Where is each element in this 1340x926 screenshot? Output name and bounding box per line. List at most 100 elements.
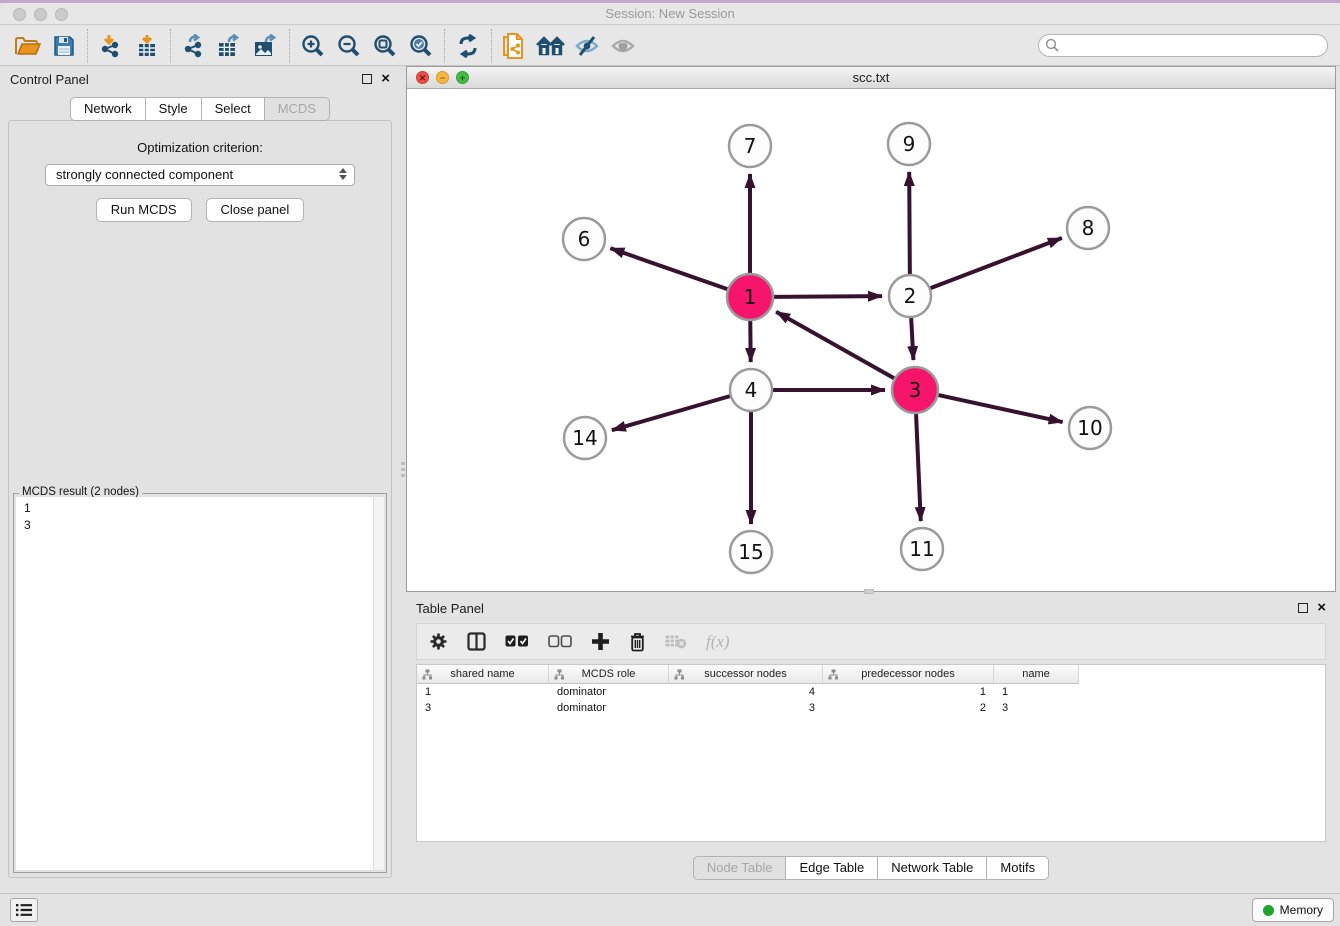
apply-layout-button[interactable] — [450, 29, 486, 63]
tab-mcds[interactable]: MCDS — [264, 97, 330, 121]
network-canvas[interactable]: 1 2 3 4 6 7 8 9 10 11 14 15 — [407, 89, 1335, 591]
edge-2-8[interactable] — [931, 238, 1062, 288]
hide-selected-button[interactable] — [569, 29, 605, 63]
show-hide-columns-button[interactable] — [467, 630, 486, 654]
table-row[interactable]: 1dominator411 — [417, 684, 1325, 700]
table-cell[interactable]: 3 — [994, 700, 1079, 716]
delete-columns-button[interactable] — [629, 630, 646, 654]
node-4[interactable]: 4 — [730, 369, 772, 411]
network-maximize-button[interactable]: + — [456, 71, 469, 84]
node-15[interactable]: 15 — [730, 531, 772, 573]
column-header-shared-name[interactable]: shared name — [417, 665, 549, 684]
node-6[interactable]: 6 — [563, 218, 605, 260]
run-mcds-button[interactable]: Run MCDS — [96, 198, 192, 222]
table-cell[interactable]: 3 — [417, 700, 549, 716]
edge-4-14[interactable] — [612, 396, 730, 430]
mcds-result-area[interactable]: 1 3 — [16, 497, 384, 870]
node-3[interactable]: 3 — [892, 367, 938, 413]
tab-style[interactable]: Style — [145, 97, 202, 121]
edge-1-2[interactable] — [774, 296, 882, 297]
eye-disabled-icon — [610, 35, 636, 57]
zoom-out-icon — [337, 34, 361, 58]
table-toolbar: f(x) — [416, 623, 1326, 660]
import-network-button[interactable] — [93, 29, 129, 63]
unchecked-boxes-icon — [548, 635, 572, 648]
edge-2-3[interactable] — [911, 318, 913, 360]
create-column-button[interactable] — [591, 630, 610, 654]
new-network-from-selection-button[interactable] — [497, 29, 533, 63]
network-close-button[interactable]: ✕ — [416, 71, 429, 84]
table-cell[interactable]: dominator — [549, 700, 669, 716]
node-1[interactable]: 1 — [727, 274, 773, 320]
table-cell[interactable]: 1 — [823, 684, 994, 700]
edge-3-10[interactable] — [938, 395, 1062, 422]
edge-1-6[interactable] — [610, 248, 727, 289]
houses-icon — [536, 35, 566, 57]
vertical-splitter-handle[interactable] — [401, 462, 405, 480]
list-icon — [16, 903, 32, 917]
minimize-window-button[interactable] — [34, 8, 47, 21]
edge-2-9[interactable] — [909, 172, 910, 274]
node-11[interactable]: 11 — [901, 528, 943, 570]
import-table-button[interactable] — [129, 29, 165, 63]
tab-network[interactable]: Network — [70, 97, 146, 121]
maximize-window-button[interactable] — [55, 8, 68, 21]
horizontal-splitter-handle[interactable] — [864, 589, 874, 594]
tab-node-table[interactable]: Node Table — [693, 856, 787, 880]
select-all-rows-button[interactable] — [505, 630, 529, 654]
node-7[interactable]: 7 — [729, 125, 771, 167]
first-neighbors-button[interactable] — [533, 29, 569, 63]
open-session-button[interactable] — [10, 29, 46, 63]
node-2[interactable]: 2 — [889, 275, 931, 317]
zoom-selected-button[interactable] — [403, 29, 439, 63]
close-table-panel-icon[interactable]: × — [1317, 603, 1326, 613]
export-image-button[interactable] — [248, 29, 284, 63]
node-10[interactable]: 10 — [1069, 407, 1111, 449]
table-cell[interactable]: 1 — [417, 684, 549, 700]
table-cell[interactable]: 2 — [823, 700, 994, 716]
table-mode-gear-button[interactable] — [429, 630, 448, 654]
mcds-result-scrollbar[interactable] — [373, 497, 384, 870]
table-cell[interactable]: 4 — [669, 684, 823, 700]
table-cell[interactable]: 1 — [994, 684, 1079, 700]
zoom-in-button[interactable] — [295, 29, 331, 63]
search-input[interactable] — [1038, 34, 1328, 57]
tab-edge-table[interactable]: Edge Table — [785, 856, 878, 880]
export-table-button[interactable] — [212, 29, 248, 63]
node-14[interactable]: 14 — [564, 417, 606, 459]
column-header-MCDS-role[interactable]: MCDS role — [549, 665, 669, 684]
svg-text:15: 15 — [738, 540, 763, 564]
table-cell[interactable]: dominator — [549, 684, 669, 700]
close-panel-button[interactable]: Close panel — [206, 198, 305, 222]
node-9[interactable]: 9 — [888, 123, 930, 165]
tab-motifs[interactable]: Motifs — [986, 856, 1049, 880]
edge-3-11[interactable] — [916, 414, 921, 521]
table-cell[interactable]: 3 — [669, 700, 823, 716]
optimization-criterion-select[interactable]: strongly connected component — [45, 164, 355, 186]
control-panel-header: Control Panel × — [0, 66, 400, 92]
network-window-titlebar[interactable]: ✕ − + scc.txt — [407, 67, 1335, 89]
network-minimize-button[interactable]: − — [436, 71, 449, 84]
edge-3-1[interactable] — [776, 312, 894, 378]
memory-button[interactable]: Memory — [1252, 898, 1334, 922]
float-panel-icon[interactable] — [362, 74, 372, 84]
node-table[interactable]: shared nameMCDS rolesuccessor nodesprede… — [416, 664, 1326, 842]
deselect-all-rows-button[interactable] — [548, 630, 572, 654]
export-network-button[interactable] — [176, 29, 212, 63]
float-table-panel-icon[interactable] — [1298, 603, 1308, 613]
traffic-lights[interactable] — [13, 8, 68, 21]
close-panel-icon[interactable]: × — [381, 74, 390, 84]
save-session-button[interactable] — [46, 29, 82, 63]
zoom-out-button[interactable] — [331, 29, 367, 63]
tab-select[interactable]: Select — [201, 97, 265, 121]
column-header-name[interactable]: name — [994, 665, 1079, 684]
tab-network-table[interactable]: Network Table — [877, 856, 987, 880]
column-header-successor-nodes[interactable]: successor nodes — [669, 665, 823, 684]
close-window-button[interactable] — [13, 8, 26, 21]
show-all-button[interactable] — [605, 29, 641, 63]
task-history-button[interactable] — [10, 898, 38, 922]
column-header-predecessor-nodes[interactable]: predecessor nodes — [823, 665, 994, 684]
zoom-fit-button[interactable] — [367, 29, 403, 63]
node-8[interactable]: 8 — [1067, 207, 1109, 249]
table-row[interactable]: 3dominator323 — [417, 700, 1325, 716]
